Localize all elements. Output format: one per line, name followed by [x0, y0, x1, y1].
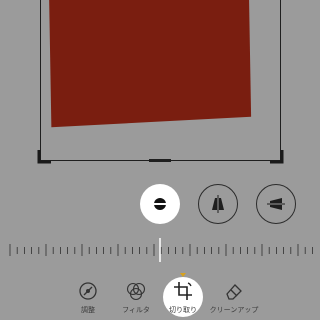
filter-circles-icon [126, 282, 146, 301]
crop-handle-bottom-right[interactable] [270, 150, 284, 164]
crop-frame-left [40, 0, 41, 160]
adjust-tool-label: 調整 [81, 306, 95, 314]
cleanup-tool-label: クリーンアップ [209, 306, 259, 314]
crop-tool-label: 切り取り [169, 306, 197, 314]
adjust-dial-icon [79, 282, 97, 300]
photo-editor: 調整 フィルタ 切り取り クリーンアップ [0, 0, 320, 320]
crop-area[interactable] [0, 0, 320, 170]
bottom-toolbar: 調整 フィルタ 切り取り クリーンアップ [0, 272, 320, 320]
crop-tool-button[interactable]: 切り取り [155, 280, 211, 320]
eraser-icon [226, 284, 242, 300]
crop-handle-bottom-middle[interactable] [149, 159, 171, 162]
angle-ruler[interactable] [0, 236, 320, 266]
cleanup-tool-button[interactable]: クリーンアップ [206, 280, 262, 320]
horizontal-perspective-icon [267, 198, 285, 210]
photo-preview [48, 0, 252, 128]
straighten-icon [153, 198, 167, 210]
filter-tool-label: フィルタ [122, 306, 150, 314]
crop-frame-right [280, 0, 281, 160]
vertical-perspective-button[interactable] [198, 184, 238, 224]
straighten-button[interactable] [140, 184, 180, 224]
crop-handle-bottom-left[interactable] [37, 150, 51, 164]
crop-rotate-icon [174, 282, 192, 300]
vertical-perspective-icon [212, 195, 224, 213]
horizontal-perspective-button[interactable] [256, 184, 296, 224]
